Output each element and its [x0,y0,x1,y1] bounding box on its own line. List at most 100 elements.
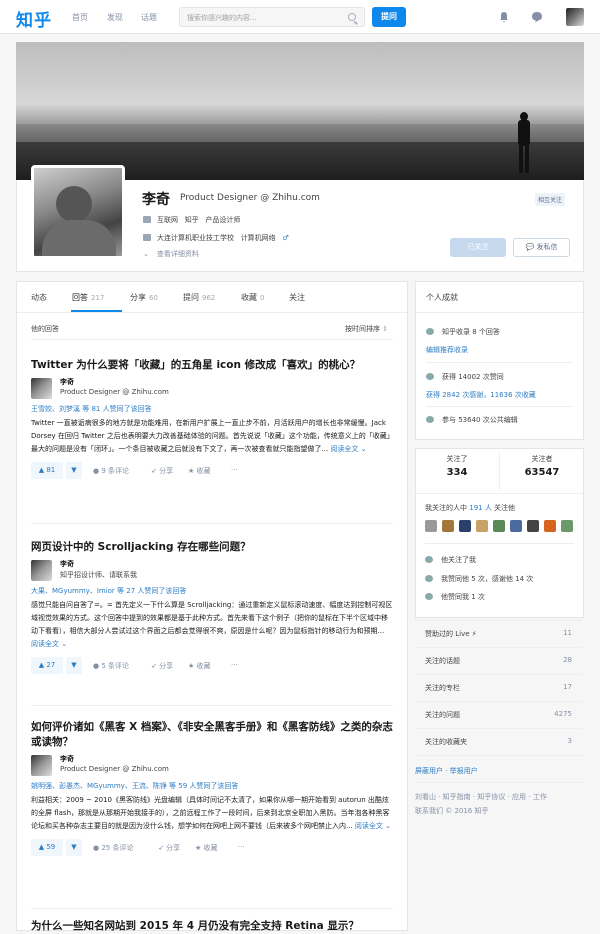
read-more-link[interactable]: 阅读全文 ⌄ [330,445,366,453]
comment-button[interactable]: ● 5 条评论 [93,661,129,671]
block-report-links[interactable]: 屏蔽用户 · 举报用户 [415,766,478,776]
answer-author: 李奇 Product Designer @ Zhihu.com [31,377,393,401]
search-icon[interactable] [348,13,356,21]
edit-icon [426,416,434,423]
comment-button[interactable]: ● 9 条评论 [93,466,129,476]
following-lists: 赞助过的 Live ⚡ 11 关注的话题 28 关注的专栏 17 关注的问题 4275 … [415,620,584,752]
bell-icon[interactable] [498,11,510,23]
read-more-link[interactable]: 阅读全文 ⌄ [31,640,67,648]
upvote-button[interactable]: ▲ 81 [31,462,63,479]
author-bio: 知乎招设计师、请联系我 [60,571,137,579]
send-message-button[interactable]: 💬 发私信 [513,238,570,257]
follower-avatar[interactable] [425,520,437,532]
question-title[interactable]: 如何评价诸如《黑客 X 档案》、《非安全黑客手册》和《黑客防线》之类的杂志或读物… [31,720,393,750]
graduation-cap-icon [143,234,151,241]
follower-avatar[interactable] [442,520,454,532]
nav-discover[interactable]: 发现 [107,12,123,23]
followed-collections-row[interactable]: 关注的收藏夹 3 [415,728,582,754]
user-avatar[interactable] [566,8,584,26]
tab-activity[interactable]: 动态 [31,292,47,303]
answer-item: 为什么一些知名网站到 2015 年 4 月仍没有完全支持 Retina 显示？ [31,919,393,934]
downvote-button[interactable]: ▼ [66,839,82,856]
followed-columns-row[interactable]: 关注的专栏 17 [415,674,582,700]
follower-avatar[interactable] [493,520,505,532]
search-input[interactable]: 搜索你感兴趣的内容... [179,7,365,27]
thanks-collections-link[interactable]: 获得 2842 次感谢，11636 次收藏 [426,390,536,400]
nav-home[interactable]: 首页 [72,12,88,23]
answers-heading: 他的回答 [31,325,59,333]
voters-line[interactable]: 王雪姣、刘梦溪 等 81 人赞同了该回答 [31,404,393,414]
share-button[interactable]: ➶ 分享 [158,843,180,853]
author-name[interactable]: 李奇 [60,754,74,764]
edit-recommend-link[interactable]: 编辑推荐收录 [426,345,468,355]
tab-shares[interactable]: 分享 60 [130,292,158,303]
sponsored-live-row[interactable]: 赞助过的 Live ⚡ 11 [415,620,582,646]
tab-answers[interactable]: 回答 217 [72,292,104,303]
upvote-button[interactable]: ▲ 27 [31,657,63,674]
answer-item: 如何评价诸如《黑客 X 档案》、《非安全黑客手册》和《黑客防线》之类的杂志或读物… [31,720,393,857]
collect-button[interactable]: ★ 收藏 [188,661,211,671]
comment-button[interactable]: ● 25 条评论 [93,843,133,853]
answer-actions: ▲ 27 ▼ ● 5 条评论 ➶ 分享 ★ 收藏 ··· [31,657,393,675]
following-stat[interactable]: 关注了 334 [415,454,499,478]
answer-excerpt: 感觉只能自问自答了=。= 首先定义一下什么算是 Scrolljacking：通过… [31,601,393,648]
zhihu-badge-icon [426,328,434,335]
tab-following[interactable]: 关注 [289,292,305,303]
ask-button[interactable]: 提问 [372,7,406,27]
followed-topics-row[interactable]: 关注的话题 28 [415,647,582,673]
sort-dropdown[interactable]: 按时间排序 ⇕ [345,324,388,334]
answer-author: 李奇 知乎招设计师、请联系我 [31,559,393,583]
more-button[interactable]: ··· [231,661,238,669]
followers-stat[interactable]: 关注者 63547 [500,454,584,478]
message-icon[interactable] [531,11,543,23]
downvote-button[interactable]: ▼ [66,657,82,674]
follower-avatar[interactable] [476,520,488,532]
i-upvoted-him: 我赞同他 5 次，感谢他 14 次 [425,574,533,584]
collect-button[interactable]: ★ 收藏 [195,843,218,853]
comment-icon: ● [93,662,100,670]
question-title[interactable]: 网页设计中的 Scrolljacking 存在哪些问题？ [31,540,393,555]
answer-author: 李奇 Product Designer @ Zhihu.com [31,754,393,778]
follower-avatar[interactable] [561,520,573,532]
user-up-icon [425,575,433,582]
share-button[interactable]: ➶ 分享 [151,466,173,476]
question-title[interactable]: Twitter 为什么要将「收藏」的五角星 icon 修改成「喜欢」的桃心？ [31,358,393,373]
active-tab-indicator [71,310,122,312]
collect-button[interactable]: ★ 收藏 [188,466,211,476]
followed-questions-row[interactable]: 关注的问题 4275 [415,701,582,727]
follower-avatar[interactable] [527,520,539,532]
voters-line[interactable]: 大果、MGyummy、Imior 等 27 人赞同了该回答 [31,586,393,596]
sort-icon: ⇕ [382,325,389,333]
eye-icon [425,556,433,563]
tab-questions[interactable]: 提问 962 [183,292,215,303]
star-icon: ★ [188,467,195,475]
upvote-button[interactable]: ▲ 59 [31,839,63,856]
more-button[interactable]: ··· [231,466,238,474]
share-button[interactable]: ➶ 分享 [151,661,173,671]
nav-topics[interactable]: 话题 [141,12,157,23]
follower-avatar[interactable] [544,520,556,532]
downvote-button[interactable]: ▼ [66,462,82,479]
achievements-title: 个人成就 [426,293,458,302]
voters-line[interactable]: 姚明强、彭愚杰、MGyummy、王流、陈铮 等 59 人赞同了该回答 [31,781,393,791]
search-placeholder: 搜索你感兴趣的内容... [187,14,257,22]
achievements-card: 个人成就 知乎收录 8 个回答 编辑推荐收录 获得 14002 次赞同 获得 2… [415,281,584,440]
question-title[interactable]: 为什么一些知名网站到 2015 年 4 月仍没有完全支持 Retina 显示？ [31,919,393,934]
author-avatar[interactable] [31,560,52,581]
footer-links[interactable]: 刘看山 · 知乎指南 · 知乎协议 · 应用 · 工作 [415,792,547,802]
tab-collections[interactable]: 收藏 0 [241,292,264,303]
author-name[interactable]: 李奇 [60,377,74,387]
read-more-link[interactable]: 阅读全文 ⌄ [355,822,391,830]
zhihu-logo[interactable]: 知乎 [16,6,52,31]
more-button[interactable]: ··· [238,843,245,851]
author-avatar[interactable] [31,755,52,776]
answer-actions: ▲ 59 ▼ ● 25 条评论 ➶ 分享 ★ 收藏 ··· [31,839,393,857]
followed-me: 他关注了我 [425,555,476,565]
follower-avatar[interactable] [510,520,522,532]
edit-count: 参与 53640 次公共编辑 [426,415,518,425]
author-name[interactable]: 李奇 [60,559,74,569]
author-avatar[interactable] [31,378,52,399]
view-details-link[interactable]: ⌄ 查看详细资料 [143,249,199,259]
follower-avatar[interactable] [459,520,471,532]
followed-button[interactable]: 已关注 [450,238,506,257]
